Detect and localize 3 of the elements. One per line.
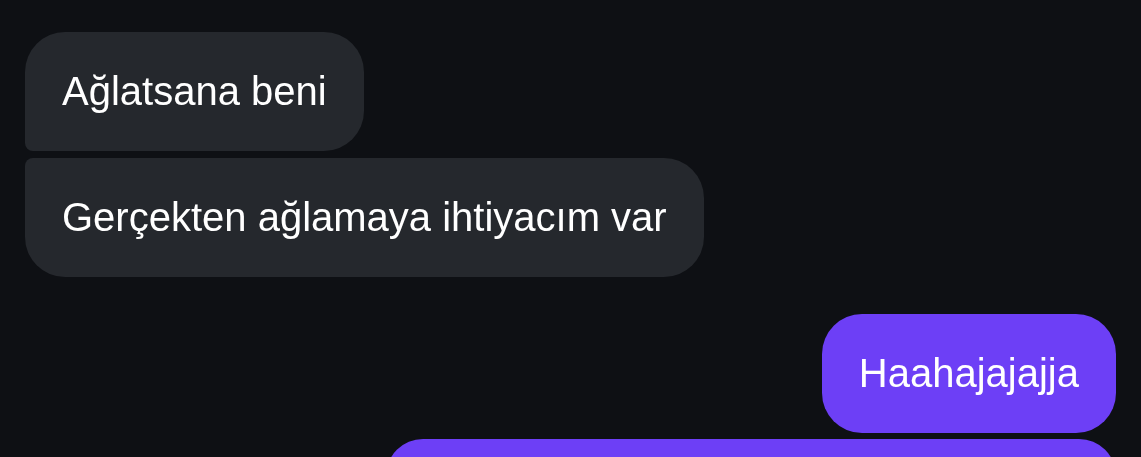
message-bubble: Gerçekten ağlamaya ihtiyacım var: [25, 158, 704, 277]
message-bubble: Haahajajajja: [821, 314, 1116, 433]
message-bubble: Ağlatsana beni: [25, 32, 364, 151]
